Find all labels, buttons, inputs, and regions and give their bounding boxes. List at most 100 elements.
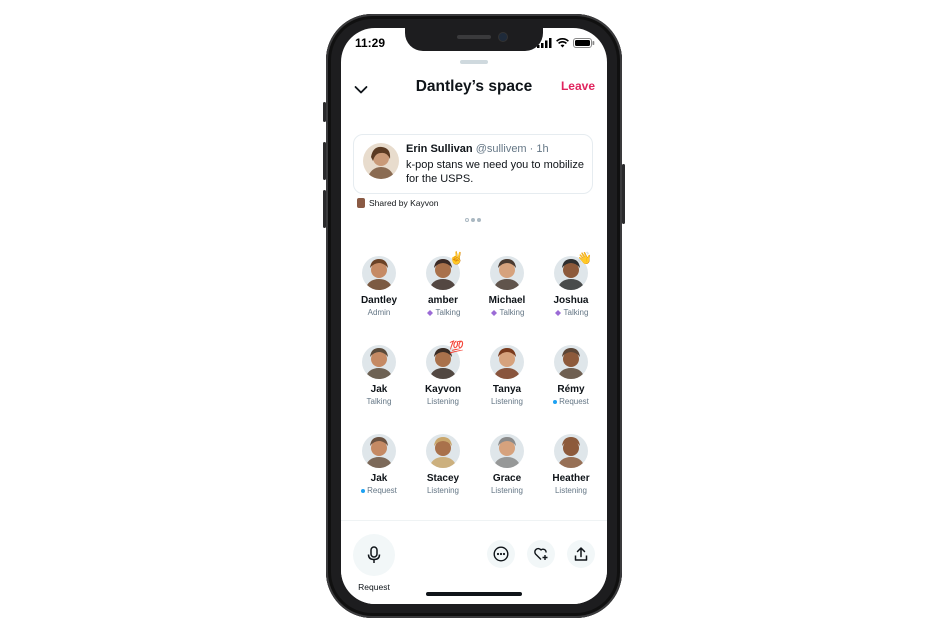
participant-name: Jak: [370, 473, 388, 484]
participant-status: Listening: [411, 397, 475, 406]
talking-icon: [426, 309, 433, 316]
phone-screen: 11:29 Dantley’s space Leave Erin Sulliva…: [341, 28, 607, 604]
microphone-icon: [367, 546, 381, 563]
participant-name: Dantley: [360, 295, 398, 306]
reaction-button[interactable]: [527, 540, 555, 568]
participant-tile[interactable]: Heather Listening: [539, 434, 603, 495]
avatar: [362, 256, 396, 290]
participant-status-label: Listening: [490, 486, 524, 495]
participant-tile[interactable]: Rémy Request: [539, 345, 603, 406]
wifi-icon: [556, 38, 569, 48]
avatar: [357, 198, 365, 208]
avatar: [426, 434, 460, 468]
avatar: [362, 345, 396, 379]
participant-name: Heather: [552, 473, 590, 484]
space-header: Dantley’s space Leave: [341, 78, 607, 102]
participant-status-label: Request: [367, 486, 397, 495]
request-dot: [553, 399, 558, 404]
avatar: [490, 345, 524, 379]
participant-status: Talking: [347, 397, 411, 406]
power-button: [622, 164, 625, 224]
shared-by-line: Shared by Kayvon: [357, 198, 438, 208]
participant-name: Grace: [492, 473, 522, 484]
shared-by-label: Shared by Kayvon: [369, 198, 439, 208]
page-dot-active: [465, 218, 469, 222]
participant-tile[interactable]: 👋 Joshua Talking: [539, 252, 603, 317]
participant-status-label: Talking: [435, 308, 461, 317]
participant-status-label: Listening: [554, 486, 588, 495]
participant-name: Tanya: [492, 384, 522, 395]
participant-status: Admin: [347, 308, 411, 317]
pinned-tweet-card[interactable]: Erin Sullivan @sullivem · 1h k-pop stans…: [353, 134, 593, 194]
front-camera: [499, 33, 507, 41]
participant-tile[interactable]: Tanya Listening: [475, 345, 539, 406]
phone-frame: 11:29 Dantley’s space Leave Erin Sulliva…: [323, 14, 625, 618]
tweet-author-line: Erin Sullivan @sullivem · 1h: [406, 143, 549, 155]
participant-name: Stacey: [426, 473, 460, 484]
participant-status: Listening: [411, 486, 475, 495]
participant-tile[interactable]: Dantley Admin: [347, 256, 411, 317]
talking-icon: [490, 309, 497, 316]
bottom-toolbar: Request: [341, 528, 607, 598]
participant-status: Talking: [475, 308, 539, 317]
avatar: [554, 434, 588, 468]
participant-tile[interactable]: Jak Request: [347, 434, 411, 495]
request-dot: [361, 488, 366, 493]
more-icon: [493, 546, 509, 562]
home-indicator[interactable]: [426, 592, 522, 596]
participant-status-label: Talking: [563, 308, 589, 317]
more-button[interactable]: [487, 540, 515, 568]
avatar: [490, 434, 524, 468]
participant-status-label: Listening: [426, 486, 460, 495]
participant-name: Michael: [488, 295, 526, 306]
reaction-emoji: 👋: [577, 251, 592, 265]
participant-status-label: Listening: [426, 397, 460, 406]
tweet-text: k-pop stans we need you to mobilize for …: [406, 159, 584, 185]
participant-name: amber: [427, 295, 458, 306]
participant-tile[interactable]: 💯 Kayvon Listening: [411, 341, 475, 406]
toolbar-divider: [341, 520, 607, 521]
notch: [405, 28, 543, 51]
participant-tile[interactable]: Grace Listening: [475, 434, 539, 495]
participant-name: Kayvon: [424, 384, 462, 395]
participant-status: Talking: [539, 308, 603, 317]
participant-status-label: Talking: [499, 308, 525, 317]
request-mic-button[interactable]: [353, 534, 395, 576]
sheet-grabber[interactable]: [460, 60, 488, 64]
volume-down-button: [323, 190, 326, 228]
status-icons: [537, 38, 595, 48]
battery-icon: [573, 38, 595, 48]
heart-plus-icon: [534, 547, 548, 560]
share-button[interactable]: [567, 540, 595, 568]
participant-name: Joshua: [553, 295, 589, 306]
participant-name: Jak: [370, 384, 388, 395]
avatar: [490, 256, 524, 290]
status-time: 11:29: [355, 36, 386, 50]
participant-tile[interactable]: Stacey Listening: [411, 434, 475, 495]
participant-tile[interactable]: ✌️ amber Talking: [411, 252, 475, 317]
earpiece: [457, 35, 491, 39]
participant-status: Listening: [475, 397, 539, 406]
reaction-emoji: 💯: [449, 340, 464, 354]
page-dot: [477, 218, 481, 222]
participant-status-label: Talking: [366, 397, 392, 406]
page-indicator: [465, 218, 481, 222]
request-mic-label: Request: [358, 582, 390, 592]
avatar: [554, 345, 588, 379]
tweet-handle-time: @sullivem · 1h: [475, 143, 549, 155]
participant-tile[interactable]: Jak Talking: [347, 345, 411, 406]
participant-status-label: Admin: [367, 308, 391, 317]
participant-status: Talking: [411, 308, 475, 317]
participant-name: Rémy: [557, 384, 585, 395]
leave-button[interactable]: Leave: [561, 79, 595, 93]
participant-status-label: Request: [559, 397, 589, 406]
participant-status: Request: [347, 486, 411, 495]
volume-up-button: [323, 142, 326, 180]
share-icon: [574, 547, 588, 561]
participant-status: Listening: [475, 486, 539, 495]
participant-status: Listening: [539, 486, 603, 495]
participant-tile[interactable]: Michael Talking: [475, 256, 539, 317]
reaction-emoji: ✌️: [449, 251, 464, 265]
mute-switch: [323, 102, 326, 122]
space-sheet: Dantley’s space Leave Erin Sullivan @sul…: [341, 58, 607, 604]
